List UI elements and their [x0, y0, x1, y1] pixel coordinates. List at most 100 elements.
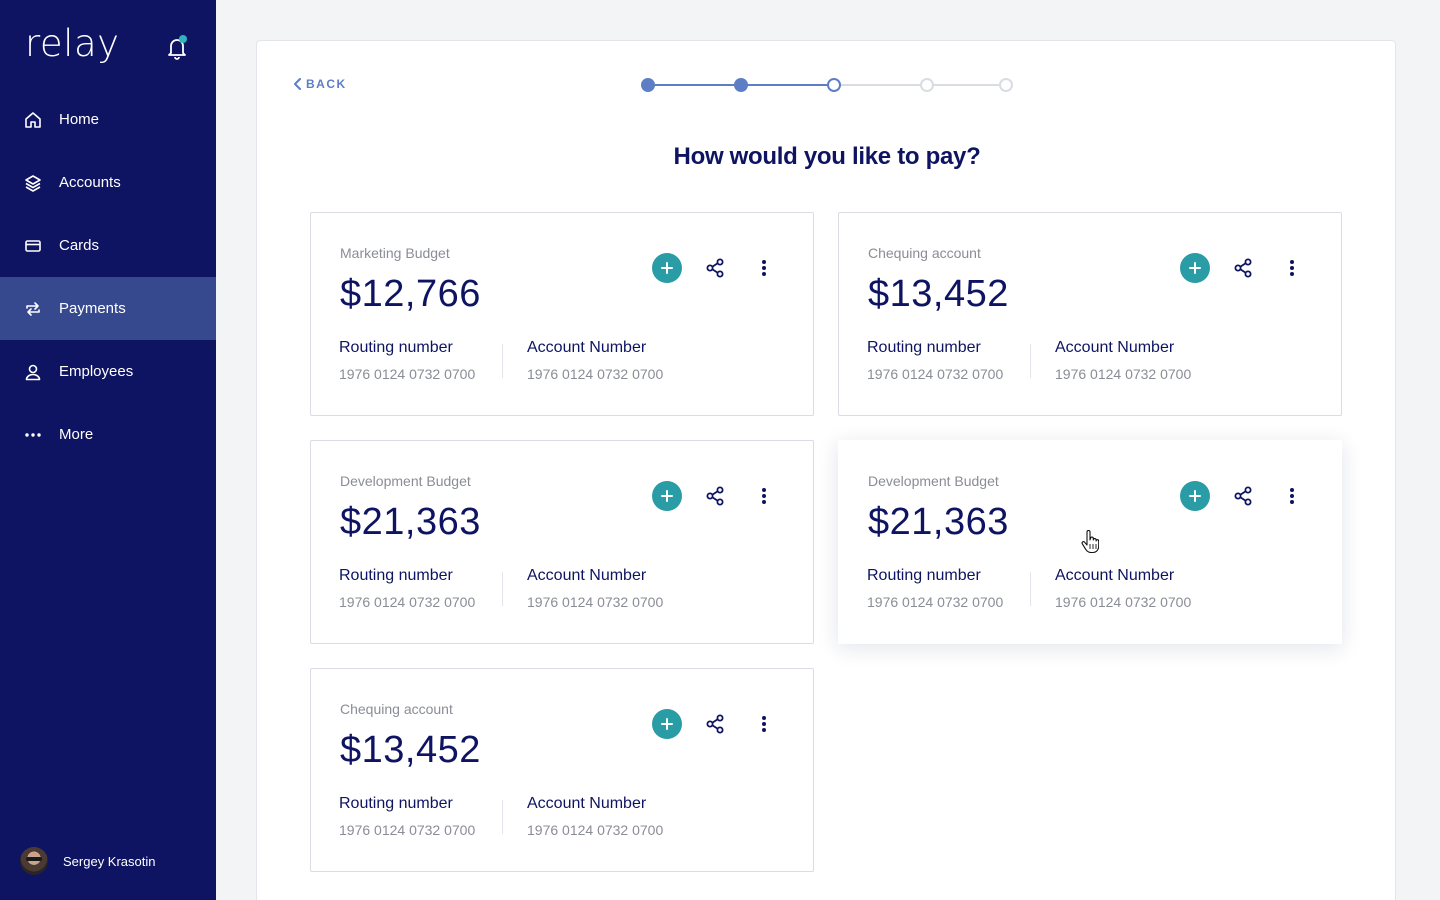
step-4-pending: [920, 78, 934, 92]
plus-icon: [1189, 490, 1201, 502]
account-number-label: Account Number: [1055, 339, 1175, 356]
sidebar-item-label: Employees: [59, 363, 134, 380]
share-icon: [706, 486, 724, 506]
routing-number-group: Routing number 1976 0124 0732 0700: [339, 795, 475, 838]
plus-icon: [1189, 262, 1201, 274]
home-icon: [24, 111, 42, 129]
account-card[interactable]: Chequing account $13,452 Routing number 197…: [838, 212, 1342, 416]
divider: [502, 800, 503, 834]
notification-bell-icon[interactable]: [166, 34, 188, 60]
sidebar-item-more[interactable]: More: [0, 403, 216, 466]
share-button[interactable]: [1232, 485, 1254, 507]
sidebar-item-label: Payments: [59, 300, 126, 317]
account-number-label: Account Number: [1055, 567, 1175, 584]
back-label: BACK: [306, 77, 347, 91]
user-icon: [24, 363, 42, 381]
more-vertical-icon: [762, 716, 766, 732]
routing-number-value: 1976 0124 0732 0700: [867, 594, 1004, 610]
account-balance: $21,363: [340, 501, 481, 543]
share-button[interactable]: [704, 257, 726, 279]
step-5-pending: [999, 78, 1013, 92]
step-connector: [744, 84, 830, 86]
account-balance: $21,363: [868, 501, 1009, 543]
routing-number-value: 1976 0124 0732 0700: [867, 366, 1004, 382]
more-options-button[interactable]: [753, 485, 775, 507]
routing-number-group: Routing number 1976 0124 0732 0700: [867, 339, 1003, 382]
sidebar-item-accounts[interactable]: Accounts: [0, 151, 216, 214]
more-vertical-icon: [762, 488, 766, 504]
account-number-group: Account Number 1976 0124 0732 0700: [527, 795, 663, 838]
account-name: Chequing account: [868, 245, 981, 261]
add-button[interactable]: [1180, 481, 1210, 511]
progress-stepper: [640, 77, 1013, 93]
account-number-group: Account Number 1976 0124 0732 0700: [1055, 339, 1191, 382]
sidebar: relay Home Accounts Cards Payments Emplo…: [0, 0, 216, 900]
routing-number-group: Routing number 1976 0124 0732 0700: [867, 567, 1003, 610]
add-button[interactable]: [652, 709, 682, 739]
step-connector: [838, 84, 924, 86]
add-button[interactable]: [1180, 253, 1210, 283]
add-button[interactable]: [652, 481, 682, 511]
chevron-left-icon: [294, 78, 301, 90]
back-button[interactable]: BACK: [293, 77, 347, 91]
share-icon: [1234, 486, 1252, 506]
step-1-completed: [641, 78, 655, 92]
account-number-label: Account Number: [527, 795, 647, 812]
user-profile[interactable]: Sergey Krasotin: [20, 847, 156, 875]
routing-number-label: Routing number: [339, 339, 453, 356]
routing-number-label: Routing number: [339, 795, 453, 812]
sidebar-item-payments[interactable]: Payments: [0, 277, 216, 340]
routing-number-value: 1976 0124 0732 0700: [339, 822, 476, 838]
account-number-value: 1976 0124 0732 0700: [1055, 366, 1192, 382]
more-options-button[interactable]: [1281, 485, 1303, 507]
relay-logo[interactable]: relay: [25, 22, 120, 65]
account-card[interactable]: Marketing Budget $12,766 Routing number 197…: [310, 212, 814, 416]
page-title: How would you like to pay?: [673, 143, 981, 170]
sidebar-item-label: Cards: [59, 237, 100, 254]
sidebar-item-label: More: [59, 426, 94, 443]
more-options-button[interactable]: [1281, 257, 1303, 279]
account-number-label: Account Number: [527, 339, 647, 356]
more-vertical-icon: [1290, 488, 1294, 504]
account-card[interactable]: Development Budget $21,363 Routing number 1…: [838, 440, 1342, 644]
account-number-value: 1976 0124 0732 0700: [527, 822, 664, 838]
sidebar-item-label: Accounts: [59, 174, 121, 191]
plus-icon: [661, 262, 673, 274]
account-number-value: 1976 0124 0732 0700: [527, 594, 664, 610]
routing-number-value: 1976 0124 0732 0700: [339, 594, 476, 610]
share-button[interactable]: [1232, 257, 1254, 279]
sidebar-item-employees[interactable]: Employees: [0, 340, 216, 403]
routing-number-group: Routing number 1976 0124 0732 0700: [339, 567, 475, 610]
sidebar-item-home[interactable]: Home: [0, 88, 216, 151]
more-horizontal-icon: [24, 426, 42, 444]
layers-icon: [24, 174, 42, 192]
account-balance: $13,452: [868, 273, 1009, 315]
account-card[interactable]: Chequing account $13,452 Routing number 197…: [310, 668, 814, 872]
transfer-icon: [24, 300, 42, 318]
card-icon: [24, 237, 42, 255]
divider: [502, 572, 503, 606]
account-balance: $12,766: [340, 273, 481, 315]
account-balance: $13,452: [340, 729, 481, 771]
share-icon: [1234, 258, 1252, 278]
more-options-button[interactable]: [753, 257, 775, 279]
add-button[interactable]: [652, 253, 682, 283]
account-number-group: Account Number 1976 0124 0732 0700: [527, 567, 663, 610]
share-icon: [706, 258, 724, 278]
account-card[interactable]: Development Budget $21,363 Routing number 1…: [310, 440, 814, 644]
sidebar-item-cards[interactable]: Cards: [0, 214, 216, 277]
divider: [1030, 344, 1031, 378]
more-options-button[interactable]: [753, 713, 775, 735]
more-vertical-icon: [762, 260, 766, 276]
share-icon: [706, 714, 724, 734]
share-button[interactable]: [704, 713, 726, 735]
plus-icon: [661, 718, 673, 730]
share-button[interactable]: [704, 485, 726, 507]
account-number-value: 1976 0124 0732 0700: [527, 366, 664, 382]
step-3-current: [827, 78, 841, 92]
step-2-completed: [734, 78, 748, 92]
account-number-label: Account Number: [527, 567, 647, 584]
account-name: Chequing account: [340, 701, 453, 717]
step-connector: [650, 84, 736, 86]
more-vertical-icon: [1290, 260, 1294, 276]
